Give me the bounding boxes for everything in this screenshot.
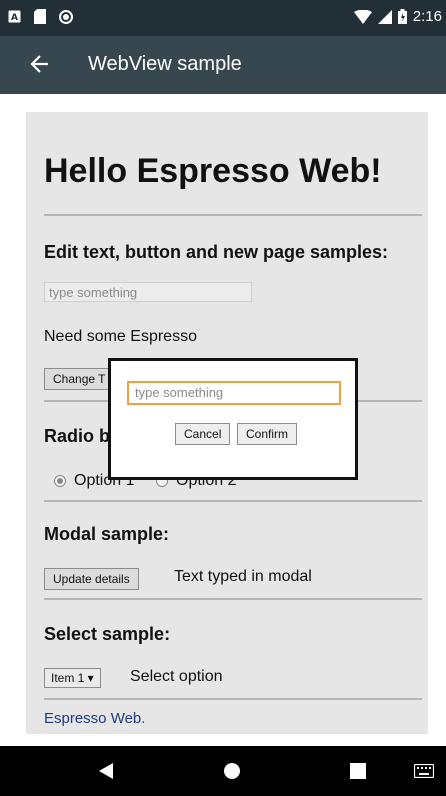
edit-section-title: Edit text, button and new page samples: <box>44 242 389 262</box>
need-espresso-text: Need some Espresso <box>44 328 197 345</box>
radio-option-1[interactable] <box>54 475 66 487</box>
status-bar: A 2:16 <box>0 0 446 36</box>
cancel-button[interactable]: Cancel <box>175 423 231 445</box>
navigation-bar <box>0 746 446 796</box>
espresso-web-link[interactable]: Espresso Web. <box>44 710 145 727</box>
svg-text:A: A <box>11 13 18 23</box>
keyboard-icon[interactable] <box>414 764 434 778</box>
change-text-button[interactable]: Change T <box>44 368 115 390</box>
radio-section-title: Radio b <box>44 426 110 446</box>
modal-dialog: type something Cancel Confirm <box>108 358 358 480</box>
select-section-title: Select sample: <box>44 624 171 644</box>
back-triangle-icon[interactable] <box>98 762 114 780</box>
page-heading: Hello Espresso Web! <box>44 152 382 190</box>
arrow-back-icon[interactable] <box>30 52 50 76</box>
record-icon <box>59 9 73 24</box>
notification-a-icon: A <box>8 10 21 23</box>
divider <box>44 500 422 502</box>
divider <box>44 598 422 600</box>
wifi-icon <box>353 9 372 24</box>
confirm-button[interactable]: Confirm <box>237 423 298 445</box>
modal-section-title: Modal sample: <box>44 524 170 544</box>
status-right-icons: 2:16 <box>353 8 442 25</box>
status-left-icons: A <box>8 9 73 24</box>
battery-icon <box>397 9 407 24</box>
app-title: WebView sample <box>88 53 242 75</box>
item-select[interactable]: Item 1 ▾ <box>44 668 101 688</box>
update-details-button[interactable]: Update details <box>44 568 139 590</box>
select-option-text: Select option <box>130 668 223 685</box>
modal-text-input[interactable]: type something <box>127 381 341 405</box>
app-bar: WebView sample <box>0 36 446 94</box>
divider <box>44 698 422 700</box>
signal-icon <box>377 9 392 24</box>
status-time: 2:16 <box>412 8 442 25</box>
sd-card-icon <box>34 9 46 24</box>
home-circle-icon[interactable] <box>223 762 241 780</box>
recents-square-icon[interactable] <box>350 763 366 779</box>
text-input[interactable]: type something <box>44 282 252 302</box>
typed-in-modal-text: Text typed in modal <box>174 568 312 585</box>
divider <box>44 214 422 216</box>
